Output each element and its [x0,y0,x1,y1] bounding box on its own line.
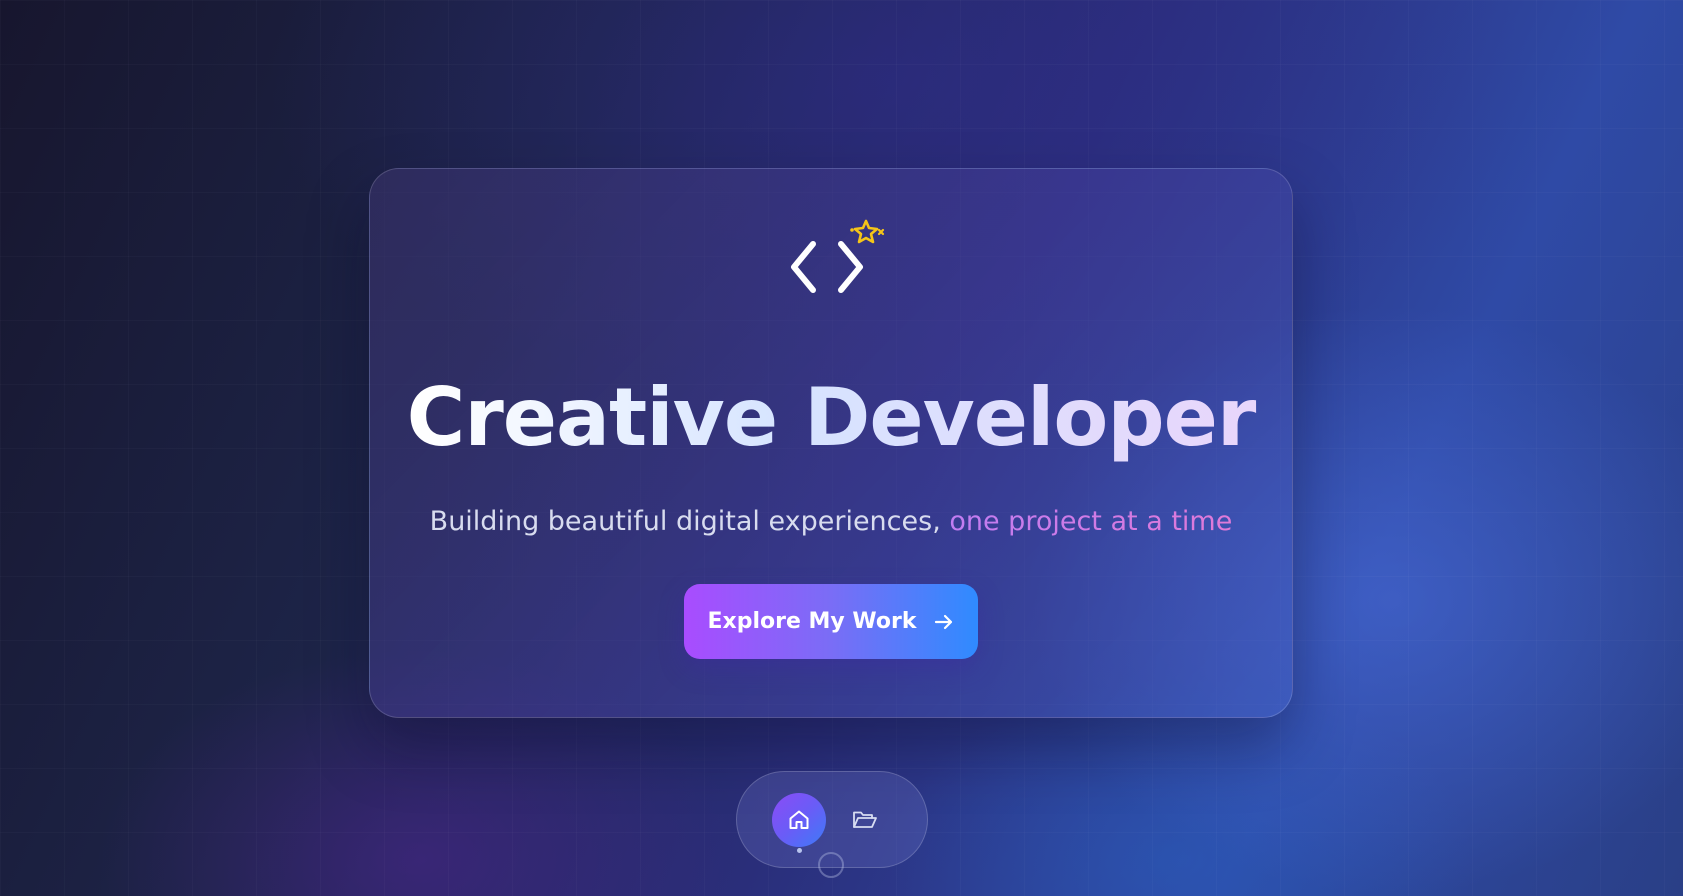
explore-work-button[interactable]: Explore My Work [684,584,978,659]
home-icon [789,810,809,829]
explore-work-label: Explore My Work [707,609,917,634]
hero-subtitle: Building beautiful digital experiences, … [369,502,1293,542]
sparkle-icon [850,219,885,244]
subtitle-accent-text: one project at a time [949,506,1233,537]
hero-title: Creative Developer [369,368,1293,468]
folder-open-icon [853,811,877,828]
scroll-indicator[interactable] [818,852,844,878]
subtitle-main-text: Building beautiful digital experiences, [429,506,950,537]
active-indicator-dot [797,848,802,853]
code-brackets-icon [791,241,863,293]
dock-projects-button[interactable] [843,798,887,842]
arrow-right-icon [934,614,952,629]
hero-logo [789,218,887,296]
dock-home-button[interactable] [772,793,826,847]
